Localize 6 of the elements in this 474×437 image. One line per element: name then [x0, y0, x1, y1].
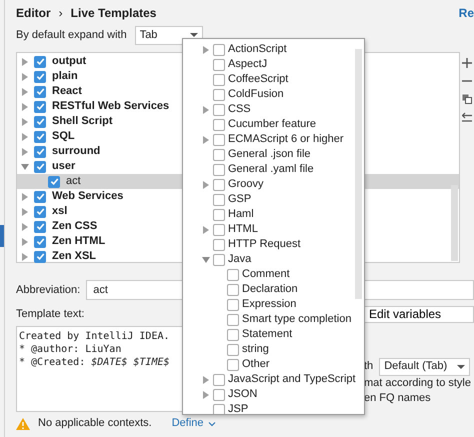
expand-label: By default expand with [16, 28, 127, 43]
abbreviation-label: Abbreviation: [16, 282, 80, 298]
template-text-label: Template text: [16, 307, 84, 322]
expand-with-label: th [364, 359, 374, 374]
warning-text: No applicable contexts. [38, 416, 152, 432]
breadcrumb-separator: › [58, 4, 63, 22]
